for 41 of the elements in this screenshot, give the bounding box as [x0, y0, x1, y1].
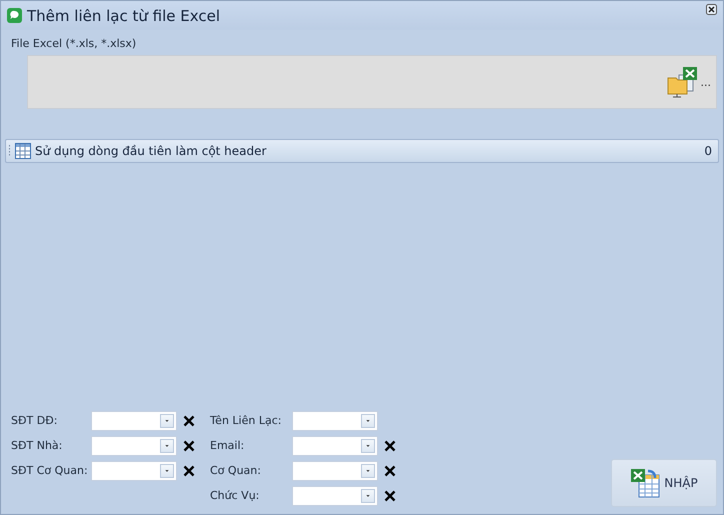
field-label: Email: — [210, 439, 246, 452]
dropdown-icon[interactable] — [160, 414, 174, 428]
count-label: 0 — [704, 144, 712, 158]
field-label: File Excel (*.xls, *.xlsx) — [11, 37, 136, 50]
option-label: Sử dụng dòng đầu tiên làm cột header — [35, 144, 268, 158]
field-label: Tên Liên Lạc: — [210, 414, 282, 427]
combo-field[interactable] — [292, 486, 378, 506]
combo-field[interactable] — [292, 410, 378, 430]
dropdown-icon[interactable] — [361, 438, 375, 452]
spreadsheet-icon — [630, 467, 662, 499]
dropdown-icon[interactable] — [361, 464, 375, 478]
field-label: Cơ Quan: — [210, 464, 262, 477]
field-label: SĐT DĐ: — [11, 414, 58, 427]
field-label: SĐT Cơ Quan: — [11, 464, 89, 477]
browse-button[interactable]: ... — [666, 66, 711, 98]
header-option-bar[interactable]: Sử dụng dòng đầu tiên làm cột header 0 — [5, 139, 719, 163]
combo-field[interactable] — [91, 460, 177, 480]
window-title: Thêm liên lạc từ file Excel — [27, 6, 221, 24]
folder-icon — [666, 66, 698, 98]
clear-icon[interactable] — [383, 438, 397, 452]
chat-bubble-icon — [7, 8, 22, 23]
combo-field[interactable] — [292, 436, 378, 456]
file-path-field[interactable]: ... — [27, 55, 717, 109]
clear-icon[interactable] — [182, 414, 196, 428]
dropdown-icon[interactable] — [361, 488, 375, 502]
combo-field[interactable] — [292, 460, 378, 480]
field-label: Chức Vụ: — [210, 489, 260, 502]
dropdown-icon[interactable] — [160, 438, 174, 452]
close-icon[interactable] — [706, 4, 717, 15]
dropdown-icon[interactable] — [160, 464, 174, 478]
clear-icon[interactable] — [383, 488, 397, 502]
import-button[interactable]: NHẬP — [611, 459, 717, 507]
field-label: SĐT Nhà: — [11, 439, 64, 452]
dropdown-icon[interactable] — [361, 414, 375, 428]
clear-icon[interactable] — [383, 464, 397, 478]
table-icon — [15, 143, 31, 159]
combo-field[interactable] — [91, 410, 177, 430]
clear-icon[interactable] — [182, 438, 196, 452]
clear-icon[interactable] — [182, 464, 196, 478]
combo-field[interactable] — [91, 436, 177, 456]
grip-icon — [8, 144, 11, 158]
